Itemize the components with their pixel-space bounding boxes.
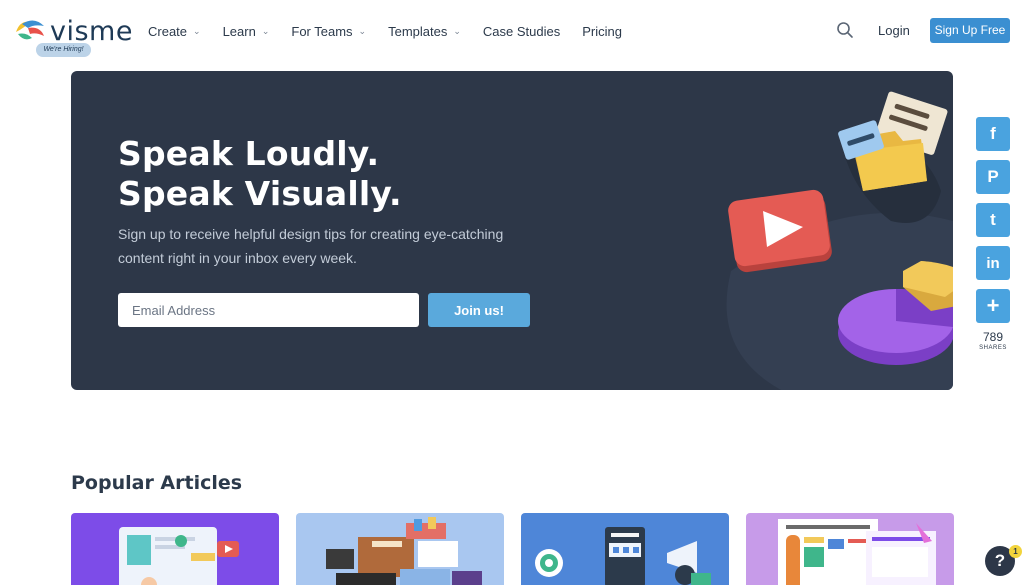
hero-title-line-2: Speak Visually. [118, 174, 402, 213]
popular-articles-heading: Popular Articles [71, 472, 243, 494]
join-button[interactable]: Join us! [428, 293, 530, 327]
article-thumbnail-image [296, 513, 504, 585]
main-menu: Create ⌄ Learn ⌄ For Teams ⌄ Templates ⌄… [148, 22, 644, 40]
menu-item-label: Templates [388, 23, 448, 39]
article-card[interactable] [746, 513, 954, 585]
menu-item-pricing[interactable]: Pricing [582, 22, 622, 40]
chevron-down-icon: ⌄ [358, 25, 367, 36]
newsletter-hero: Speak Loudly. Speak Visually. Sign up to… [71, 71, 953, 390]
menu-item-create[interactable]: Create ⌄ [148, 22, 201, 40]
hero-illustration [726, 91, 953, 390]
chevron-down-icon: ⌄ [261, 25, 270, 36]
login-link[interactable]: Login [878, 23, 910, 38]
twitter-icon[interactable]: t [976, 203, 1010, 237]
chevron-down-icon: ⌄ [453, 25, 461, 36]
logo-mark-icon [16, 20, 44, 40]
menu-item-case-studies[interactable]: Case Studies [483, 22, 560, 40]
hero-subtitle: Sign up to receive helpful design tips f… [118, 226, 504, 266]
social-share-bar: f P t in + 789 SHARES [976, 117, 1010, 351]
sign-up-button[interactable]: Sign Up Free [930, 18, 1010, 43]
article-card[interactable] [296, 513, 504, 585]
play-icon [728, 189, 832, 273]
menu-item-label: Create [148, 23, 188, 39]
email-input[interactable] [118, 293, 419, 327]
share-label: SHARES [979, 345, 1007, 351]
facebook-icon[interactable]: f [976, 117, 1010, 151]
visme-logo[interactable]: visme We're Hiring! [14, 14, 134, 58]
menu-item-learn[interactable]: Learn ⌄ [223, 22, 270, 40]
share-count: 789 [982, 330, 1004, 344]
top-nav: visme We're Hiring! Create ⌄ Learn ⌄ For… [0, 0, 1024, 62]
linkedin-icon[interactable]: in [976, 246, 1010, 280]
menu-item-templates[interactable]: Templates ⌄ [388, 22, 461, 40]
hero-title: Speak Loudly. Speak Visually. [118, 134, 402, 214]
menu-item-label: For Teams [291, 23, 353, 39]
article-thumbnail-image [521, 513, 729, 585]
article-thumbnail-image [746, 513, 954, 585]
plus-icon[interactable]: + [976, 289, 1010, 323]
pinterest-icon[interactable]: P [976, 160, 1010, 194]
notification-badge: 1 [1009, 545, 1022, 558]
menu-item-label: Case Studies [482, 23, 561, 39]
chevron-down-icon: ⌄ [193, 25, 201, 36]
article-card[interactable] [521, 513, 729, 585]
article-cards [71, 513, 954, 585]
menu-item-for-teams[interactable]: For Teams ⌄ [291, 22, 366, 40]
article-card[interactable] [71, 513, 279, 585]
menu-item-label: Pricing [582, 23, 622, 39]
hero-title-line-1: Speak Loudly. [118, 134, 380, 173]
article-thumbnail-image [71, 513, 279, 585]
search-icon[interactable] [836, 21, 854, 39]
menu-item-label: Learn [222, 23, 256, 39]
hiring-badge[interactable]: We're Hiring! [36, 43, 91, 57]
